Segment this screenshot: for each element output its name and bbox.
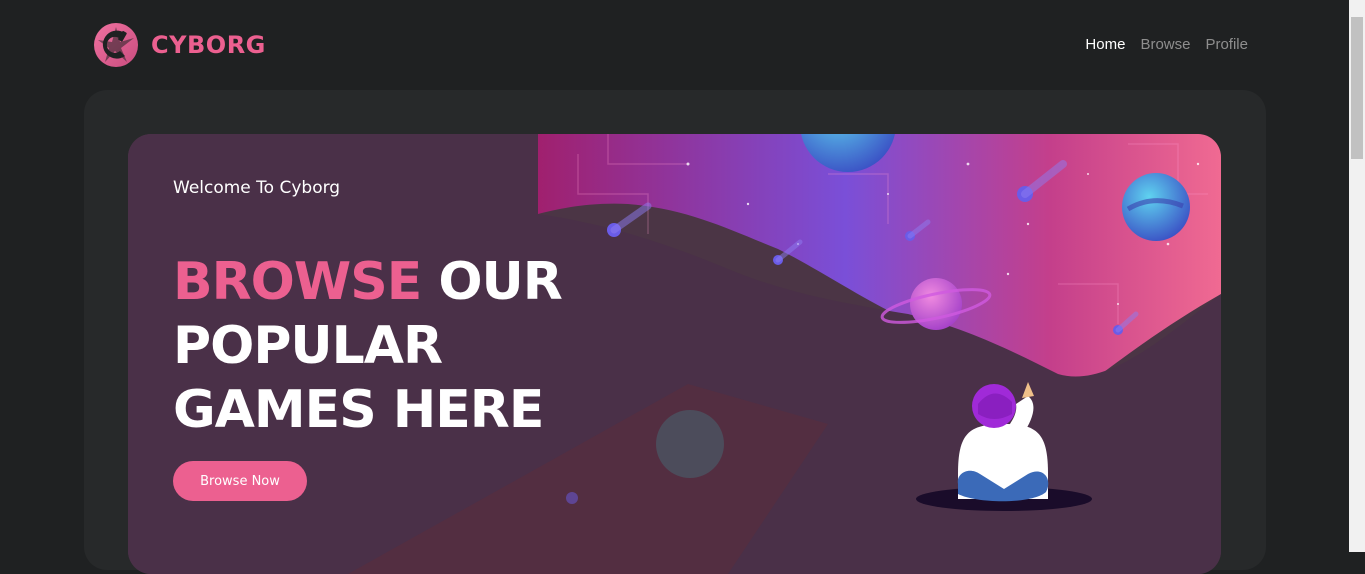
nav-home[interactable]: Home [1085,36,1125,53]
logo[interactable]: CYBORG [93,22,266,68]
header: CYBORG Home Browse Profile [0,0,1349,90]
main-nav: Home Browse Profile [1085,36,1248,53]
welcome-text: Welcome To Cyborg [173,178,341,198]
headline-part-3: GAMES HERE [173,380,544,440]
nav-browse[interactable]: Browse [1140,36,1190,53]
cyborg-logo-icon [94,23,138,67]
main-banner: Welcome To Cyborg BROWSE OUR POPULAR GAMES… [128,134,1221,574]
headline-accent: BROWSE [173,252,422,312]
banner-text: Welcome To Cyborg BROWSE OUR POPULAR GAMES… [173,178,563,440]
page-scrollbar[interactable] [1349,0,1365,552]
nav-profile[interactable]: Profile [1205,36,1248,53]
headline-part-2: POPULAR [173,316,443,376]
banner-headline: BROWSE OUR POPULAR GAMES HERE [173,250,593,442]
browse-now-button[interactable]: Browse Now [173,461,307,501]
scrollbar-thumb[interactable] [1351,17,1363,159]
headline-part-1: OUR [438,252,562,312]
logo-text: CYBORG [151,31,266,59]
